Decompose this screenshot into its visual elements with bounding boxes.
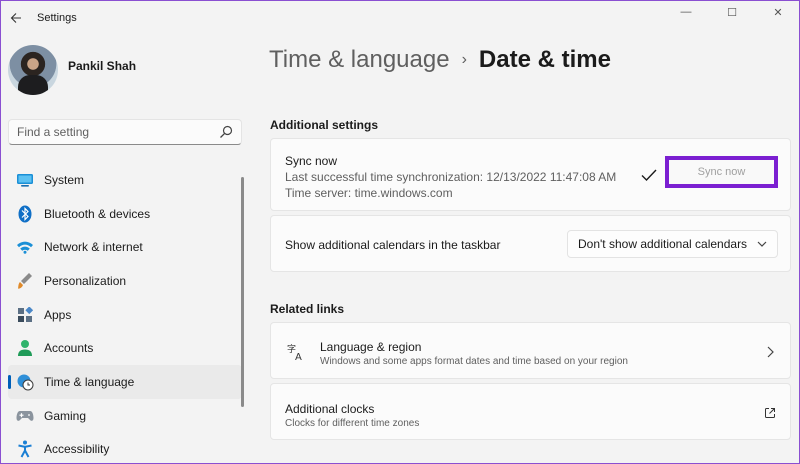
- search-box[interactable]: [8, 119, 242, 145]
- chevron-right-icon: [767, 346, 774, 358]
- gamepad-icon: [16, 407, 34, 425]
- sidebar-item-accessibility[interactable]: Accessibility: [8, 433, 242, 464]
- brush-icon: [16, 272, 34, 290]
- search-icon[interactable]: [219, 125, 233, 139]
- sidebar-item-label: System: [44, 172, 85, 187]
- open-external-icon: [765, 408, 775, 418]
- last-sync-text: Last successful time synchronization: 12…: [285, 170, 617, 184]
- search-input[interactable]: [17, 124, 217, 140]
- additional-clocks-desc: Clocks for different time zones: [285, 418, 420, 429]
- person-icon: [16, 339, 34, 357]
- sidebar-item-label: Gaming: [44, 408, 87, 423]
- close-button[interactable]: ✕: [755, 1, 800, 23]
- checkmark-icon: [641, 169, 657, 181]
- sidebar-item-accounts[interactable]: Accounts: [8, 331, 242, 365]
- back-button[interactable]: [5, 7, 27, 29]
- additional-calendars-card: Show additional calendars in the taskbar…: [270, 215, 791, 272]
- minimize-button[interactable]: —: [663, 1, 709, 23]
- sidebar-item-time-language[interactable]: Time & language: [8, 365, 242, 399]
- sidebar-item-label: Bluetooth & devices: [44, 206, 151, 221]
- svg-text:A: A: [295, 352, 302, 361]
- calendars-selected-value: Don't show additional calendars: [578, 237, 748, 251]
- sidebar-item-label: Personalization: [44, 273, 127, 288]
- sidebar-nav: System Bluetooth & devices Network & int…: [8, 163, 242, 464]
- section-heading-additional: Additional settings: [270, 118, 378, 132]
- sidebar-item-label: Accounts: [44, 341, 94, 356]
- page-title: Date & time: [478, 46, 611, 73]
- breadcrumb-separator: ›: [461, 51, 467, 68]
- breadcrumb: Time & language › Date & time: [269, 46, 611, 74]
- avatar[interactable]: [8, 45, 58, 95]
- breadcrumb-parent[interactable]: Time & language: [269, 46, 450, 74]
- language-region-desc: Windows and some apps format dates and t…: [320, 356, 628, 367]
- sidebar-scrollbar[interactable]: [241, 177, 244, 407]
- settings-window: Settings — ☐ ✕ Pankil Shah System Blueto…: [0, 0, 800, 464]
- calendars-label: Show additional calendars in the taskbar: [285, 238, 501, 252]
- accessibility-icon: [16, 440, 34, 458]
- apps-icon: [16, 306, 34, 324]
- maximize-button[interactable]: ☐: [709, 1, 755, 23]
- sidebar-item-label: Accessibility: [44, 442, 110, 457]
- window-controls: — ☐ ✕: [663, 1, 800, 23]
- sync-now-card: Sync now Last successful time synchroniz…: [270, 138, 791, 211]
- sidebar-item-label: Network & internet: [44, 240, 143, 255]
- sidebar-item-label: Time & language: [44, 374, 135, 389]
- wifi-icon: [16, 238, 34, 256]
- sidebar-item-gaming[interactable]: Gaming: [8, 399, 242, 433]
- sidebar-item-personalization[interactable]: Personalization: [8, 264, 242, 298]
- language-icon: 字 A: [287, 343, 302, 361]
- app-title: Settings: [37, 12, 77, 24]
- clock-globe-icon: [16, 373, 34, 391]
- sync-title: Sync now: [285, 154, 338, 168]
- language-region-title: Language & region: [320, 340, 422, 354]
- sidebar-item-system[interactable]: System: [8, 163, 242, 197]
- additional-clocks-link[interactable]: Additional clocks Clocks for different t…: [270, 383, 791, 440]
- language-region-link[interactable]: 字 A Language & region Windows and some a…: [270, 322, 791, 379]
- bluetooth-icon: [16, 205, 34, 223]
- chevron-down-icon: [757, 241, 767, 247]
- sidebar-item-bluetooth[interactable]: Bluetooth & devices: [8, 197, 242, 231]
- user-name: Pankil Shah: [68, 59, 137, 73]
- monitor-icon: [16, 171, 34, 189]
- time-server-text: Time server: time.windows.com: [285, 186, 453, 200]
- calendars-dropdown[interactable]: Don't show additional calendars: [567, 230, 778, 258]
- additional-clocks-title: Additional clocks: [285, 402, 375, 416]
- sidebar-item-apps[interactable]: Apps: [8, 298, 242, 332]
- back-arrow-icon: [10, 13, 21, 23]
- section-heading-related: Related links: [270, 302, 345, 316]
- sidebar-item-network[interactable]: Network & internet: [8, 230, 242, 264]
- sidebar-item-label: Apps: [44, 307, 72, 322]
- title-bar: Settings — ☐ ✕: [1, 1, 800, 35]
- sync-now-button[interactable]: Sync now: [665, 156, 778, 188]
